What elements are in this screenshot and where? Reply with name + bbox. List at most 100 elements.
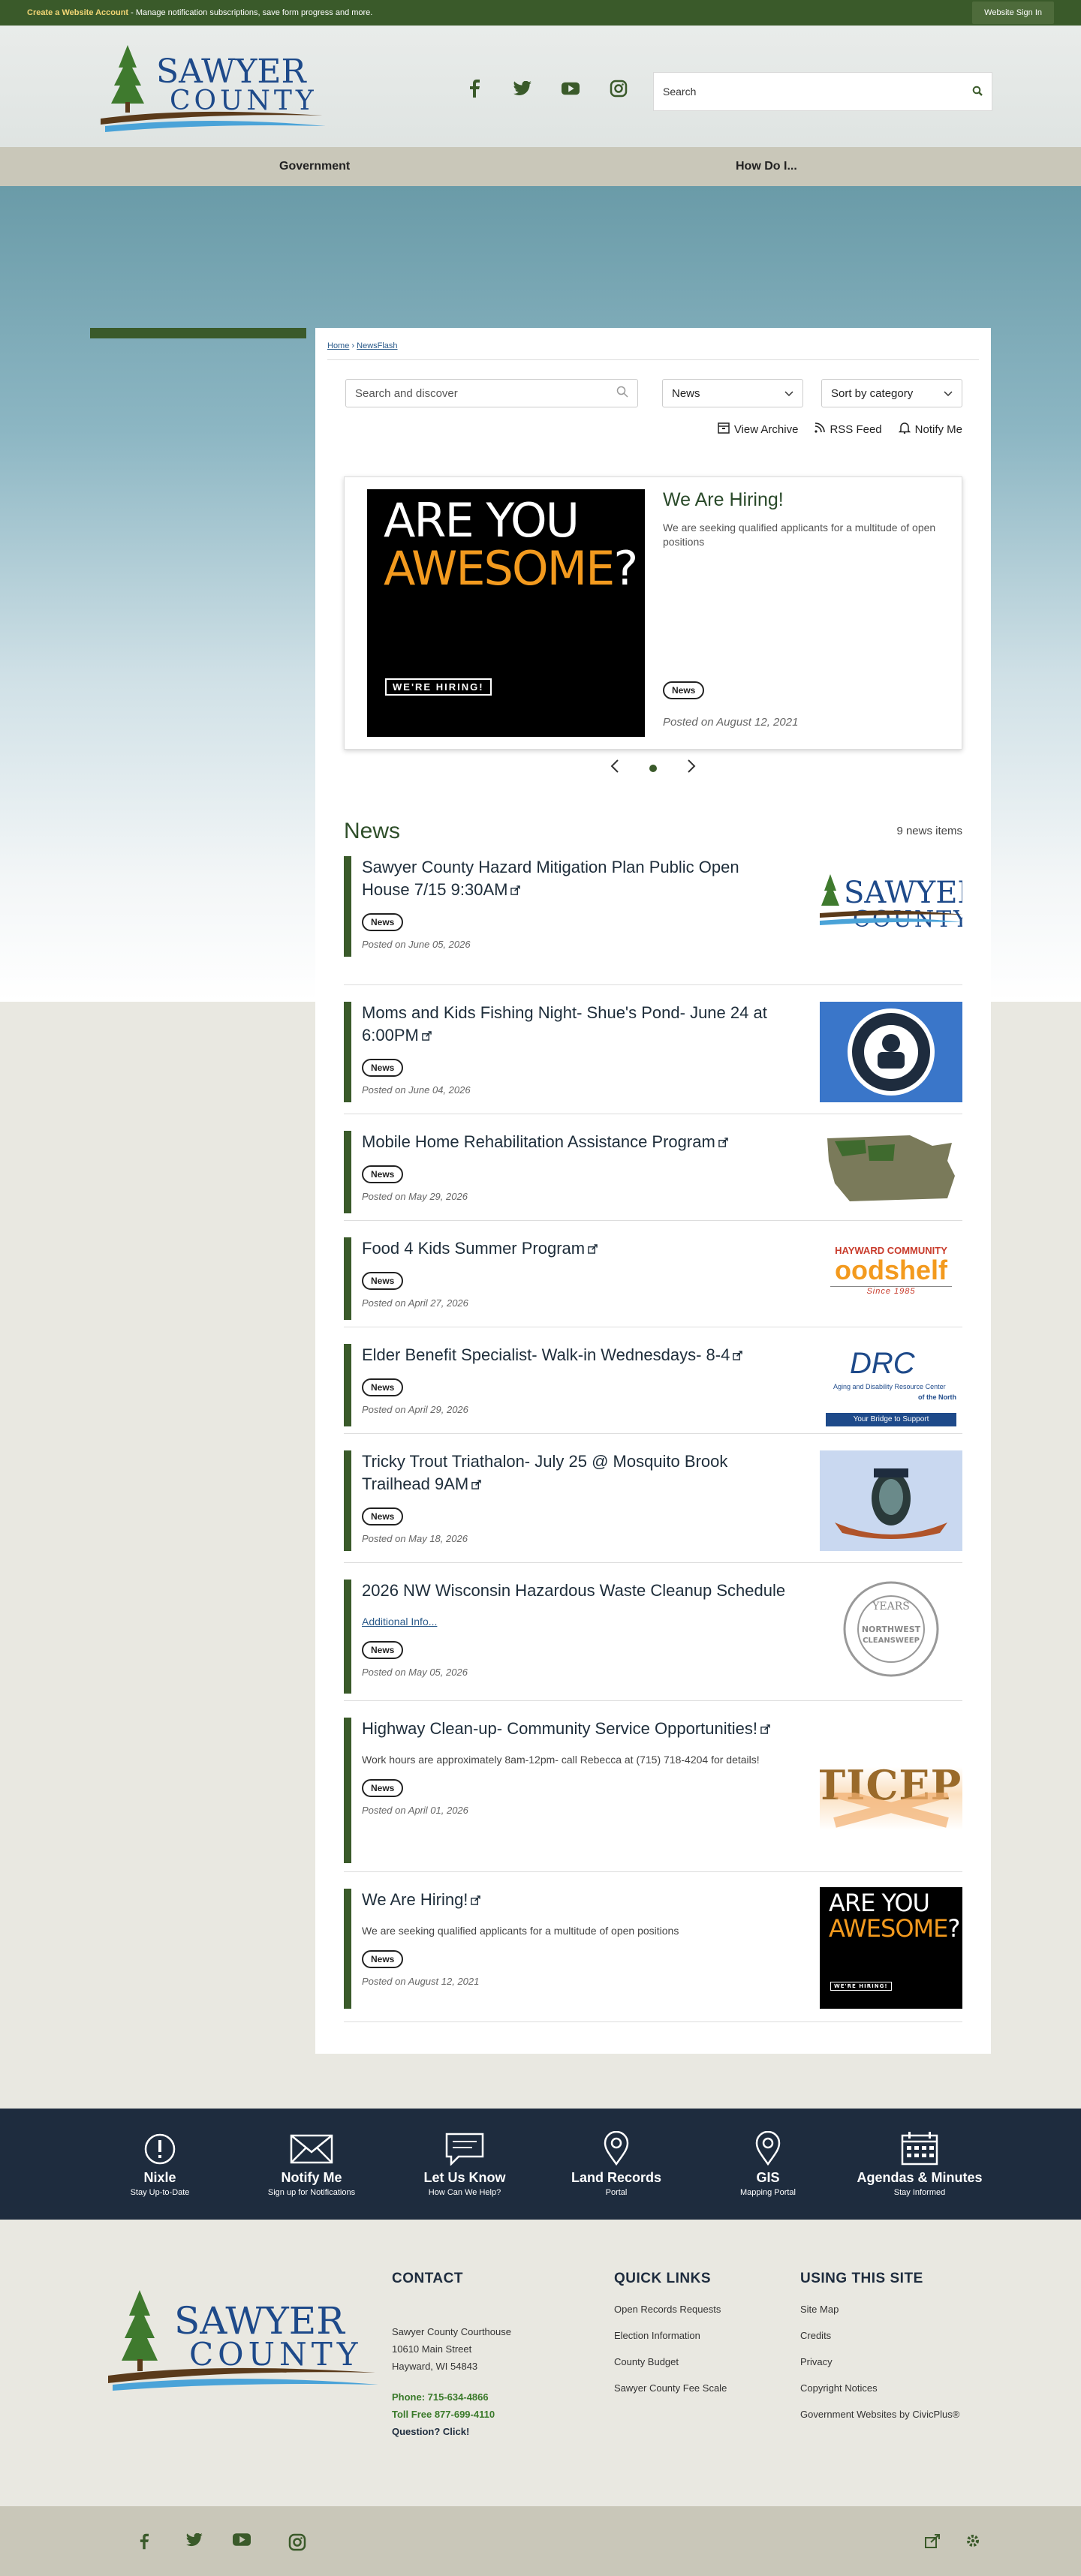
news-item-tag[interactable]: News — [362, 1950, 404, 1968]
news-item-title[interactable]: Highway Clean-up- Community Service Oppo… — [362, 1718, 790, 1742]
news-section-title: News — [344, 819, 401, 843]
chevron-right-icon[interactable] — [687, 759, 696, 778]
youtube-icon[interactable] — [562, 80, 580, 98]
breadcrumb-separator: › — [351, 341, 355, 350]
breadcrumb-home[interactable]: Home — [327, 341, 349, 350]
news-item[interactable]: Sawyer County Hazard Mitigation Plan Pub… — [344, 856, 962, 985]
footer-link[interactable]: Credits — [800, 2330, 959, 2341]
news-item-title[interactable]: We Are Hiring! — [362, 1889, 790, 1913]
news-item-tag[interactable]: News — [362, 1059, 404, 1077]
twitter-icon[interactable] — [186, 2532, 203, 2550]
news-item-title[interactable]: Elder Benefit Specialist- Walk-in Wednes… — [362, 1344, 790, 1368]
quick-link-agendas-minutes[interactable]: Agendas & Minutes Stay Informed — [856, 2127, 983, 2197]
sort-select[interactable]: Sort by category — [821, 379, 962, 407]
news-item-title[interactable]: Sawyer County Hazard Mitigation Plan Pub… — [362, 856, 790, 903]
breadcrumb-current[interactable]: NewsFlash — [357, 341, 397, 350]
news-item-title[interactable]: Tricky Trout Triathalon- July 25 @ Mosqu… — [362, 1450, 790, 1497]
quick-link-land-records[interactable]: Land Records Portal — [553, 2127, 680, 2197]
news-item-tag[interactable]: News — [362, 1378, 404, 1396]
quick-link-sublabel: Stay Informed — [893, 2188, 946, 2197]
news-item-tag[interactable]: News — [362, 1779, 404, 1797]
news-item-tag[interactable]: News — [362, 1641, 404, 1659]
footer-link[interactable]: Copyright Notices — [800, 2382, 959, 2394]
news-item-thumbnail[interactable]: HAYWARD COMMUNITY oodshelf Since 1985 — [820, 1237, 962, 1312]
footer-using-site: USING THIS SITE Site Map Credits Privacy Co… — [800, 2271, 959, 2420]
footer-link[interactable]: County Budget — [614, 2356, 727, 2367]
footer-logo-line2: COUNTY — [189, 2336, 362, 2373]
nav-item-how-do-i[interactable]: How Do I... — [736, 160, 797, 173]
news-item-title[interactable]: Moms and Kids Fishing Night- Shue's Pond… — [362, 1002, 790, 1048]
facebook-icon[interactable] — [140, 2533, 149, 2553]
footer-link[interactable]: Site Map — [800, 2304, 959, 2315]
footer-question-link[interactable]: Question? Click! — [392, 2426, 469, 2437]
instagram-icon[interactable] — [610, 80, 628, 98]
create-account-link[interactable]: Create a Website Account — [27, 8, 128, 17]
footer-link[interactable]: Privacy — [800, 2356, 959, 2367]
news-item-title[interactable]: Food 4 Kids Summer Program — [362, 1237, 790, 1261]
news-item-thumbnail[interactable] — [820, 1002, 962, 1102]
news-item-thumbnail[interactable]: TICEPO — [820, 1740, 962, 1830]
news-item-accent — [344, 1580, 351, 1694]
news-item-thumbnail[interactable]: ARE YOU AWESOME? WE'RE HIRING! — [820, 1887, 962, 2009]
news-item-thumbnail[interactable]: YEARS NORTHWEST CLEANSWEEP — [820, 1577, 962, 1682]
chevron-left-icon[interactable] — [610, 759, 619, 778]
news-item[interactable]: Tricky Trout Triathalon- July 25 @ Mosqu… — [344, 1434, 962, 1563]
carousel-dot[interactable] — [649, 765, 657, 772]
news-item-thumbnail[interactable] — [820, 1131, 962, 1206]
quick-link-let-us-know[interactable]: Let Us Know How Can We Help? — [401, 2127, 528, 2197]
news-item-additional-info-link[interactable]: Additional Info... — [362, 1613, 790, 1631]
share-icon[interactable] — [925, 2533, 941, 2552]
news-item[interactable]: Food 4 Kids Summer Program News Posted o… — [344, 1221, 962, 1327]
quick-link-notify-me[interactable]: Notify Me Sign up for Notifications — [248, 2127, 375, 2197]
twitter-icon[interactable] — [513, 80, 531, 98]
featured-news-title[interactable]: We Are Hiring! — [663, 489, 784, 511]
youtube-icon[interactable] — [233, 2533, 251, 2550]
news-item-title[interactable]: Mobile Home Rehabilitation Assistance Pr… — [362, 1131, 790, 1155]
featured-news-card[interactable]: ARE YOU AWESOME? WE'RE HIRING! We Are Hi… — [344, 476, 962, 750]
footer-link[interactable]: Sawyer County Fee Scale — [614, 2382, 727, 2394]
footer-link[interactable]: Election Information — [614, 2330, 727, 2341]
news-item-summary: Work hours are approximately 8am-12pm- c… — [362, 1754, 760, 1766]
news-item[interactable]: 2026 NW Wisconsin Hazardous Waste Cleanu… — [344, 1563, 962, 1701]
footer-county-logo[interactable]: SAWYER COUNTY — [105, 2280, 383, 2415]
news-item-thumbnail[interactable]: SAWYERCOUNTY — [820, 861, 962, 939]
site-search-input[interactable]: Search — [653, 72, 992, 111]
nav-item-government[interactable]: Government — [279, 160, 350, 173]
rss-feed-link[interactable]: RSS Feed — [815, 422, 882, 437]
footer-link[interactable]: Open Records Requests — [614, 2304, 727, 2315]
news-item[interactable]: Highway Clean-up- Community Service Oppo… — [344, 1701, 962, 1872]
news-item-date: Posted on April 27, 2026 — [362, 1297, 468, 1309]
search-icon[interactable] — [972, 86, 983, 98]
quick-link-nixle[interactable]: Nixle Stay Up-to-Date — [96, 2127, 224, 2197]
location-icon — [704, 2127, 832, 2166]
news-item-tag[interactable]: News — [362, 1507, 404, 1525]
notify-me-link[interactable]: Notify Me — [898, 422, 962, 437]
news-item-thumbnail[interactable]: DRC Aging and Disability Resource Center o… — [820, 1344, 962, 1428]
news-item[interactable]: We Are Hiring! We are seeking qualified … — [344, 1872, 962, 2022]
view-archive-link[interactable]: View Archive — [718, 422, 798, 437]
footer-address-1: Sawyer County Courthouse — [392, 2326, 511, 2337]
search-icon[interactable] — [616, 386, 628, 401]
instagram-icon[interactable] — [288, 2533, 306, 2555]
facebook-icon[interactable] — [465, 80, 483, 98]
featured-news-tag[interactable]: News — [663, 681, 705, 699]
news-item-tag[interactable]: News — [362, 1272, 404, 1290]
news-item[interactable]: Elder Benefit Specialist- Walk-in Wednes… — [344, 1327, 962, 1434]
footer-link[interactable]: Government Websites by CivicPlus® — [800, 2409, 959, 2420]
news-item-thumbnail[interactable] — [820, 1450, 962, 1551]
news-search-input[interactable]: Search and discover — [345, 379, 638, 407]
gear-icon[interactable] — [965, 2533, 980, 2552]
news-item-tag[interactable]: News — [362, 1165, 404, 1183]
footer-using-title: USING THIS SITE — [800, 2271, 923, 2286]
news-item-title[interactable]: 2026 NW Wisconsin Hazardous Waste Cleanu… — [362, 1580, 790, 1602]
category-select[interactable]: News — [662, 379, 803, 407]
news-item[interactable]: Mobile Home Rehabilitation Assistance Pr… — [344, 1114, 962, 1221]
county-logo[interactable]: SAWYER COUNTY — [98, 38, 338, 143]
footer-quick-title: QUICK LINKS — [614, 2271, 711, 2286]
news-item-tag[interactable]: News — [362, 913, 404, 931]
news-item[interactable]: Moms and Kids Fishing Night- Shue's Pond… — [344, 985, 962, 1114]
quick-link-label: Land Records — [571, 2170, 662, 2185]
sign-in-button[interactable]: Website Sign In — [972, 2, 1054, 24]
adrc-line2: Aging and Disability Resource Center — [833, 1383, 946, 1390]
quick-link-gis[interactable]: GIS Mapping Portal — [704, 2127, 832, 2197]
